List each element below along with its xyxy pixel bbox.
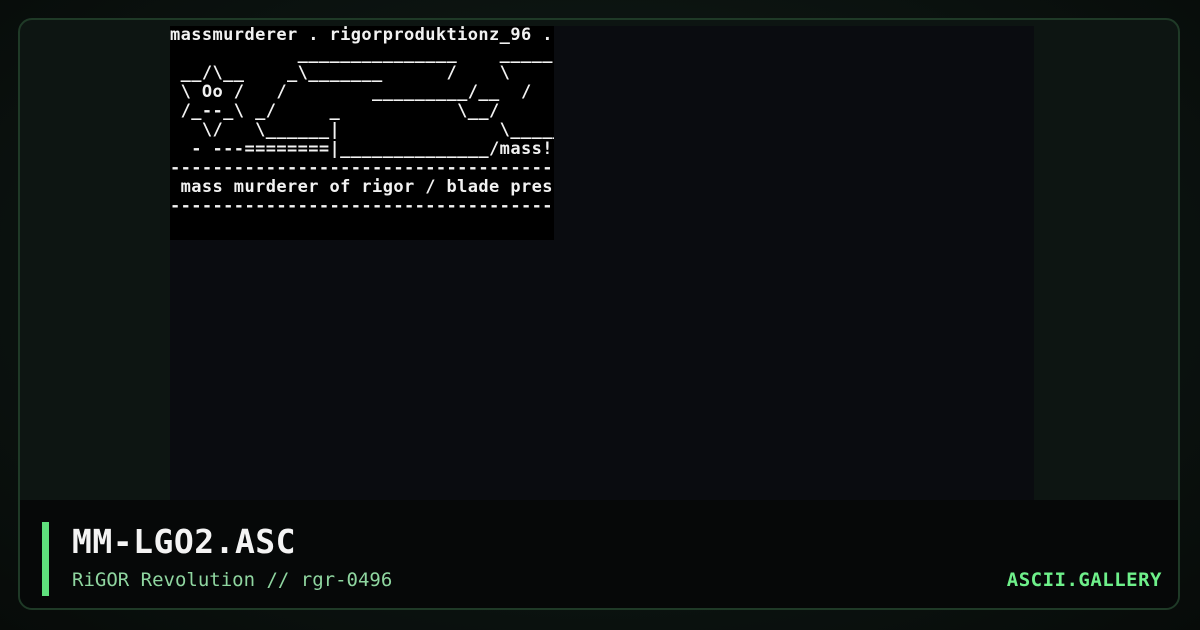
site-brand-link[interactable]: ASCII.GALLERY bbox=[1007, 569, 1162, 591]
footer-bar: MM-LGO2.ASC RiGOR Revolution // rgr-0496… bbox=[20, 500, 1178, 608]
accent-bar bbox=[42, 522, 49, 596]
file-subtitle: RiGOR Revolution // rgr-0496 bbox=[72, 569, 393, 591]
file-title: MM-LGO2.ASC bbox=[72, 522, 297, 561]
ascii-art-canvas: massmurderer . rigorproduktionz_96 . ___… bbox=[170, 26, 554, 240]
ascii-art-text: massmurderer . rigorproduktionz_96 . ___… bbox=[170, 26, 554, 240]
ascii-art-viewer: massmurderer . rigorproduktionz_96 . ___… bbox=[170, 26, 1034, 500]
card-frame: massmurderer . rigorproduktionz_96 . ___… bbox=[18, 18, 1180, 610]
